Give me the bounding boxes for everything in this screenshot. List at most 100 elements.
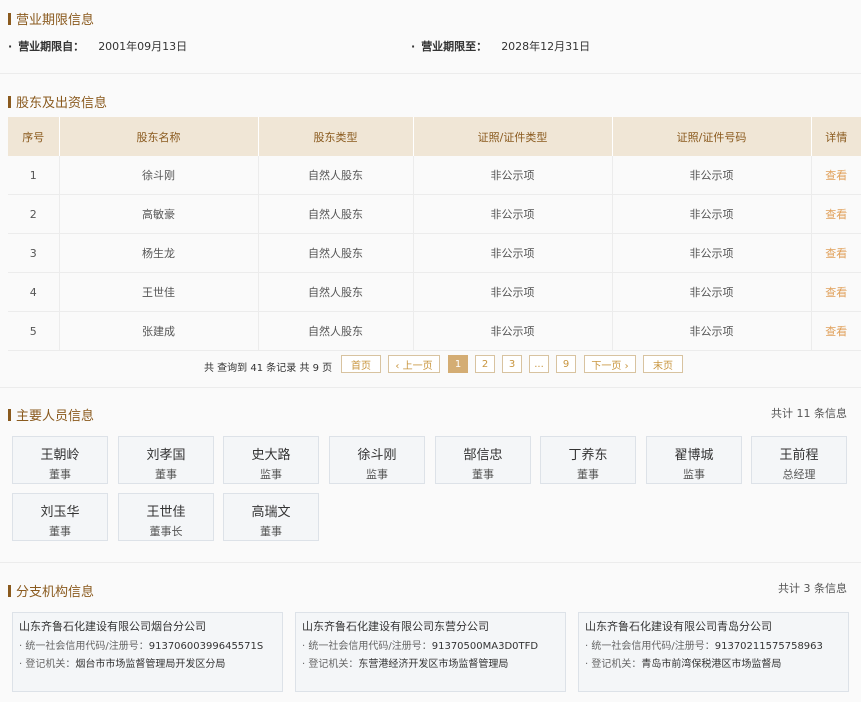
first-page-button[interactable]: 首页 bbox=[341, 355, 381, 373]
branch-code-label: · 统一社会信用代码/注册号： bbox=[302, 641, 432, 652]
cell-cert-no: 非公示项 bbox=[612, 156, 812, 195]
branch-card[interactable]: 山东齐鲁石化建设有限公司烟台分公司 · 统一社会信用代码/注册号：9137060… bbox=[12, 612, 283, 692]
period-from-label: 营业期限自： bbox=[18, 40, 85, 53]
cell-cert-no: 非公示项 bbox=[612, 272, 812, 312]
cell-no: 3 bbox=[8, 233, 60, 273]
branch-reg-label: · 登记机关： bbox=[19, 659, 76, 670]
section-bar-icon bbox=[8, 12, 11, 25]
person-role: 监事 bbox=[683, 468, 705, 481]
shareholders-section-title: 股东及出资信息 bbox=[8, 92, 107, 111]
person-card[interactable]: 刘孝国 董事 bbox=[118, 436, 214, 484]
pagination: 共 查询到 41 条记录 共 9 页 首页 ‹ 上一页 1 2 3 ... 9 … bbox=[0, 355, 861, 375]
cell-detail: 查看 bbox=[811, 194, 861, 234]
period-from-value: 2001年09月13日 bbox=[98, 40, 188, 53]
divider bbox=[0, 73, 861, 74]
branch-card[interactable]: 山东齐鲁石化建设有限公司东营分公司 · 统一社会信用代码/注册号：9137050… bbox=[295, 612, 566, 692]
branch-name: 山东齐鲁石化建设有限公司烟台分公司 bbox=[19, 620, 206, 633]
personnel-title-text: 主要人员信息 bbox=[16, 409, 95, 424]
person-card[interactable]: 刘玉华 董事 bbox=[12, 493, 108, 541]
person-name: 翟博城 bbox=[674, 448, 714, 463]
period-section-title: 营业期限信息 bbox=[8, 9, 94, 28]
cell-type: 自然人股东 bbox=[258, 311, 414, 351]
person-name: 刘孝国 bbox=[146, 448, 186, 463]
cell-no: 1 bbox=[8, 156, 60, 195]
section-bar-icon bbox=[8, 95, 11, 108]
branch-code-label: · 统一社会信用代码/注册号： bbox=[19, 641, 149, 652]
bullet-icon: · bbox=[8, 40, 13, 53]
table-row: 4 王世佳 自然人股东 非公示项 非公示项 查看 bbox=[8, 272, 861, 312]
person-role: 监事 bbox=[260, 468, 282, 481]
bullet-icon: · bbox=[411, 40, 416, 53]
table-row: 3 杨生龙 自然人股东 非公示项 非公示项 查看 bbox=[8, 233, 861, 273]
person-role: 董事 bbox=[49, 468, 71, 481]
person-name: 高瑞文 bbox=[251, 505, 291, 520]
person-card[interactable]: 郜信忠 董事 bbox=[435, 436, 531, 484]
cell-detail: 查看 bbox=[811, 233, 861, 273]
branch-reg-line: · 登记机关：烟台市市场监督管理局开发区分局 bbox=[19, 655, 276, 670]
cell-cert-type: 非公示项 bbox=[413, 233, 613, 273]
view-detail-link[interactable]: 查看 bbox=[825, 169, 847, 182]
branch-card[interactable]: 山东齐鲁石化建设有限公司青岛分公司 · 统一社会信用代码/注册号：9137021… bbox=[578, 612, 849, 692]
page-3-button[interactable]: 3 bbox=[502, 355, 522, 373]
view-detail-link[interactable]: 查看 bbox=[825, 247, 847, 260]
cell-detail: 查看 bbox=[811, 311, 861, 351]
next-page-button[interactable]: 下一页 › bbox=[584, 355, 636, 373]
prev-page-button[interactable]: ‹ 上一页 bbox=[388, 355, 440, 373]
cell-name: 徐斗刚 bbox=[59, 156, 259, 195]
cell-type: 自然人股东 bbox=[258, 272, 414, 312]
branch-reg-value: 青岛市前湾保税港区市场监督局 bbox=[641, 659, 782, 670]
person-role: 董事长 bbox=[149, 525, 183, 538]
person-card[interactable]: 徐斗刚 监事 bbox=[329, 436, 425, 484]
view-detail-link[interactable]: 查看 bbox=[825, 325, 847, 338]
person-card[interactable]: 王朝岭 董事 bbox=[12, 436, 108, 484]
branch-reg-line: · 登记机关：东营港经济开发区市场监督管理局 bbox=[302, 655, 559, 670]
cell-cert-type: 非公示项 bbox=[413, 156, 613, 195]
person-role: 总经理 bbox=[782, 468, 816, 481]
page-9-button[interactable]: 9 bbox=[556, 355, 576, 373]
period-title-text: 营业期限信息 bbox=[16, 13, 95, 28]
divider bbox=[0, 562, 861, 563]
branch-code-line: · 统一社会信用代码/注册号：91370600399645571S bbox=[19, 637, 276, 652]
page-2-button[interactable]: 2 bbox=[475, 355, 495, 373]
branch-reg-label: · 登记机关： bbox=[585, 659, 642, 670]
section-bar-icon bbox=[8, 408, 11, 421]
branch-reg-value: 东营港经济开发区市场监督管理局 bbox=[358, 659, 509, 670]
person-card[interactable]: 王前程 总经理 bbox=[751, 436, 847, 484]
col-header-type: 股东类型 bbox=[258, 117, 414, 156]
person-card[interactable]: 高瑞文 董事 bbox=[223, 493, 319, 541]
last-page-button[interactable]: 末页 bbox=[643, 355, 683, 373]
cell-detail: 查看 bbox=[811, 272, 861, 312]
cell-cert-no: 非公示项 bbox=[612, 194, 812, 234]
cell-cert-type: 非公示项 bbox=[413, 272, 613, 312]
person-name: 郜信忠 bbox=[463, 448, 503, 463]
branch-code-value: 91370600399645571S bbox=[148, 641, 264, 652]
person-card[interactable]: 史大路 监事 bbox=[223, 436, 319, 484]
view-detail-link[interactable]: 查看 bbox=[825, 208, 847, 221]
table-header-row: 序号 股东名称 股东类型 证照/证件类型 证照/证件号码 详情 bbox=[8, 117, 861, 156]
cell-detail: 查看 bbox=[811, 156, 861, 195]
person-role: 董事 bbox=[49, 525, 71, 538]
person-card[interactable]: 翟博城 监事 bbox=[646, 436, 742, 484]
view-detail-link[interactable]: 查看 bbox=[825, 286, 847, 299]
person-name: 史大路 bbox=[251, 448, 291, 463]
person-name: 刘玉华 bbox=[40, 505, 80, 520]
page-ellipsis: ... bbox=[529, 355, 549, 373]
cell-name: 杨生龙 bbox=[59, 233, 259, 273]
person-role: 监事 bbox=[366, 468, 388, 481]
person-name: 徐斗刚 bbox=[357, 448, 397, 463]
person-role: 董事 bbox=[260, 525, 282, 538]
cell-name: 张建成 bbox=[59, 311, 259, 351]
col-header-cert-no: 证照/证件号码 bbox=[612, 117, 812, 156]
person-card[interactable]: 丁养东 董事 bbox=[540, 436, 636, 484]
personnel-count: 共计 11 条信息 bbox=[771, 407, 847, 420]
cell-cert-no: 非公示项 bbox=[612, 233, 812, 273]
period-to-label: 营业期限至： bbox=[421, 40, 488, 53]
col-header-name: 股东名称 bbox=[59, 117, 259, 156]
page-1-button[interactable]: 1 bbox=[448, 355, 468, 373]
branch-code-value: 91370211575758963 bbox=[714, 641, 823, 652]
table-row: 5 张建成 自然人股东 非公示项 非公示项 查看 bbox=[8, 311, 861, 351]
branches-section-title: 分支机构信息 bbox=[8, 581, 94, 600]
person-name: 王朝岭 bbox=[40, 448, 80, 463]
person-card[interactable]: 王世佳 董事长 bbox=[118, 493, 214, 541]
shareholders-table: 序号 股东名称 股东类型 证照/证件类型 证照/证件号码 详情 1 徐斗刚 自然… bbox=[8, 117, 861, 351]
